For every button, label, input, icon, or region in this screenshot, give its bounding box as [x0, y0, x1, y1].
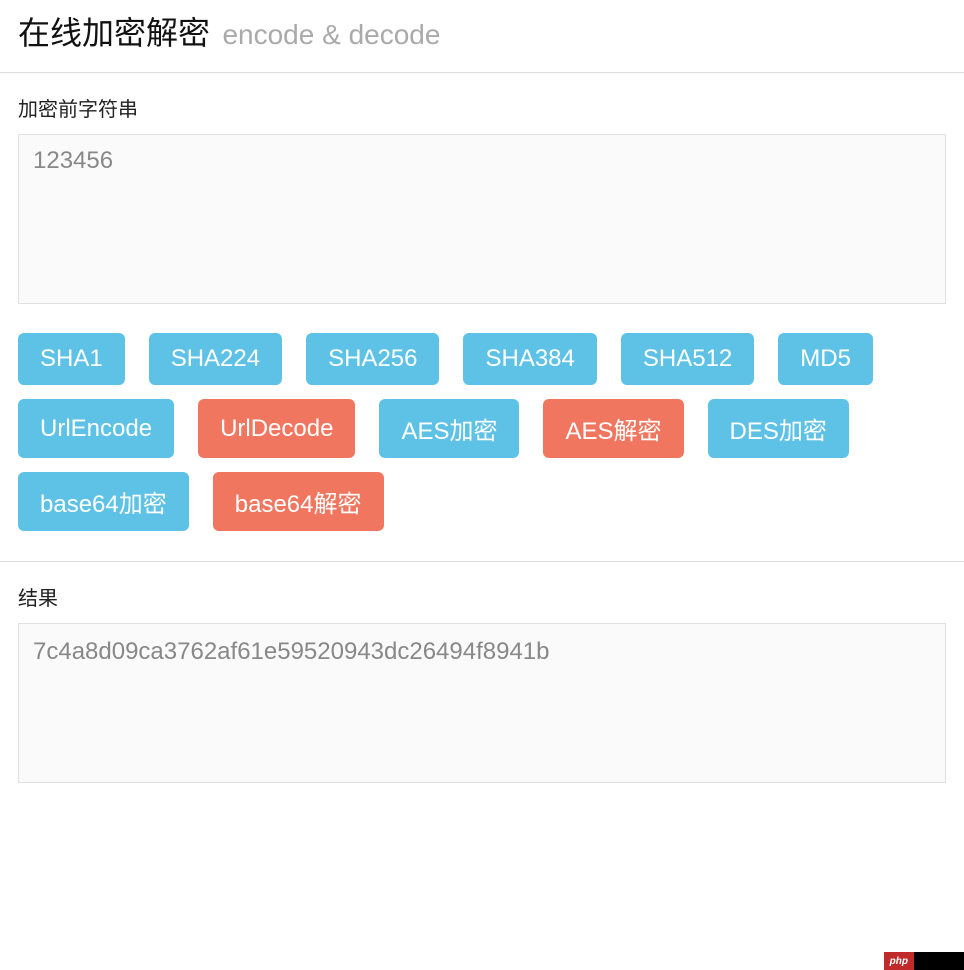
php-badge: php — [884, 952, 914, 970]
aes--button[interactable]: AES加密 — [379, 399, 519, 458]
result-textarea[interactable]: 7c4a8d09ca3762af61e59520943dc26494f8941b — [18, 623, 946, 783]
sha1-button[interactable]: SHA1 — [18, 333, 125, 385]
page-subtitle: encode & decode — [222, 19, 440, 50]
base64--button[interactable]: base64解密 — [213, 472, 384, 531]
sha224-button[interactable]: SHA224 — [149, 333, 282, 385]
page-header: 在线加密解密 encode & decode — [0, 0, 964, 73]
sha384-button[interactable]: SHA384 — [463, 333, 596, 385]
input-label: 加密前字符串 — [18, 93, 946, 122]
md5-button[interactable]: MD5 — [778, 333, 873, 385]
urlencode-button[interactable]: UrlEncode — [18, 399, 174, 458]
page-title: 在线加密解密 — [18, 15, 210, 51]
sha512-button[interactable]: SHA512 — [621, 333, 754, 385]
input-section: 加密前字符串 123456 SHA1 SHA224 SHA256 SHA384 SHA5… — [0, 73, 964, 561]
base64--button[interactable]: base64加密 — [18, 472, 189, 531]
footer-badge: php — [884, 952, 964, 970]
result-label: 结果 — [18, 582, 946, 611]
sha256-button[interactable]: SHA256 — [306, 333, 439, 385]
des--button[interactable]: DES加密 — [708, 399, 849, 458]
result-section: 结果 7c4a8d09ca3762af61e59520943dc26494f89… — [0, 562, 964, 818]
footer-black-block — [914, 952, 964, 970]
aes--button[interactable]: AES解密 — [543, 399, 683, 458]
input-textarea[interactable]: 123456 — [18, 134, 946, 304]
urldecode-button[interactable]: UrlDecode — [198, 399, 355, 458]
button-group: SHA1 SHA224 SHA256 SHA384 SHA512 MD5 UrlEncode… — [18, 333, 946, 531]
